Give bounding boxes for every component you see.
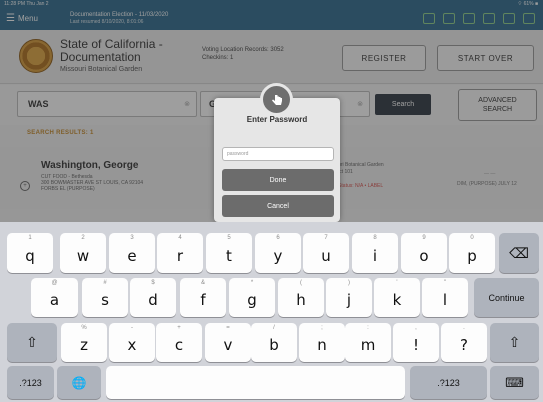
key-g[interactable]: * g — [229, 278, 275, 317]
key-e[interactable]: 3e — [109, 233, 155, 273]
key-f[interactable]: & f — [180, 278, 226, 317]
cancel-button[interactable]: Cancel — [222, 195, 334, 217]
continue-label: Continue — [488, 292, 525, 303]
key-r[interactable]: 4r — [157, 233, 203, 273]
key-u[interactable]: 7u — [303, 233, 349, 273]
onscreen-keyboard: 1q 2w 3e 4r 5t 6y 7u 8i 9o 0p ⌫ @ a # s $ d… — [0, 222, 543, 402]
backspace-key[interactable]: ⌫ — [499, 233, 539, 273]
key-question[interactable]: .? — [441, 323, 487, 362]
key-p[interactable]: 0p — [449, 233, 495, 273]
numbers-key-left[interactable]: .?123 — [7, 366, 54, 399]
key-b[interactable]: / b — [251, 323, 297, 362]
shift-key-right[interactable]: ⇧ — [490, 323, 539, 362]
key-t[interactable]: 5t — [206, 233, 252, 273]
key-o[interactable]: 9o — [401, 233, 447, 273]
space-bar[interactable] — [106, 366, 405, 399]
hand-pointer-icon — [271, 94, 282, 105]
password-dialog: Enter Password password Done Cancel — [214, 98, 340, 222]
numbers-key-right[interactable]: .?123 — [410, 366, 487, 399]
key-a[interactable]: @ a — [31, 278, 78, 317]
key-j[interactable]: ) j — [326, 278, 372, 317]
pointer-badge — [260, 83, 293, 116]
backspace-icon: ⌫ — [509, 244, 529, 261]
key-w[interactable]: 2w — [60, 233, 106, 273]
continue-key[interactable]: Continue — [474, 278, 539, 317]
dialog-title: Enter Password — [246, 115, 308, 124]
globe-key[interactable]: 🌐 — [57, 366, 101, 399]
hide-keyboard-key[interactable]: ⌨ — [490, 366, 539, 399]
key-c[interactable]: + c — [156, 323, 202, 362]
key-s[interactable]: # s — [82, 278, 128, 317]
key-l[interactable]: " l — [422, 278, 468, 317]
key-n[interactable]: ; n — [299, 323, 345, 362]
done-button[interactable]: Done — [222, 169, 334, 191]
key-k[interactable]: ' k — [374, 278, 420, 317]
key-y[interactable]: 6y — [255, 233, 301, 273]
key-z[interactable]: % z — [61, 323, 107, 362]
key-h[interactable]: (h — [278, 278, 324, 317]
key-x[interactable]: -x — [109, 323, 155, 362]
shift-icon: ⇧ — [508, 334, 521, 350]
numbers-label: .?123 — [437, 377, 460, 388]
numbers-label: .?123 — [19, 377, 42, 388]
password-input[interactable]: password — [222, 147, 334, 161]
key-v[interactable]: = v — [205, 323, 251, 362]
key-m[interactable]: :m — [345, 323, 391, 362]
shift-icon: ⇧ — [26, 334, 38, 350]
key-q[interactable]: 1q — [7, 233, 53, 273]
globe-icon: 🌐 — [71, 375, 87, 390]
keyboard-icon: ⌨ — [505, 374, 524, 390]
key-d[interactable]: $ d — [130, 278, 176, 317]
key-i[interactable]: 8i — [352, 233, 398, 273]
key-exclamation[interactable]: ,! — [393, 323, 439, 362]
shift-key-left[interactable]: ⇧ — [7, 323, 57, 362]
